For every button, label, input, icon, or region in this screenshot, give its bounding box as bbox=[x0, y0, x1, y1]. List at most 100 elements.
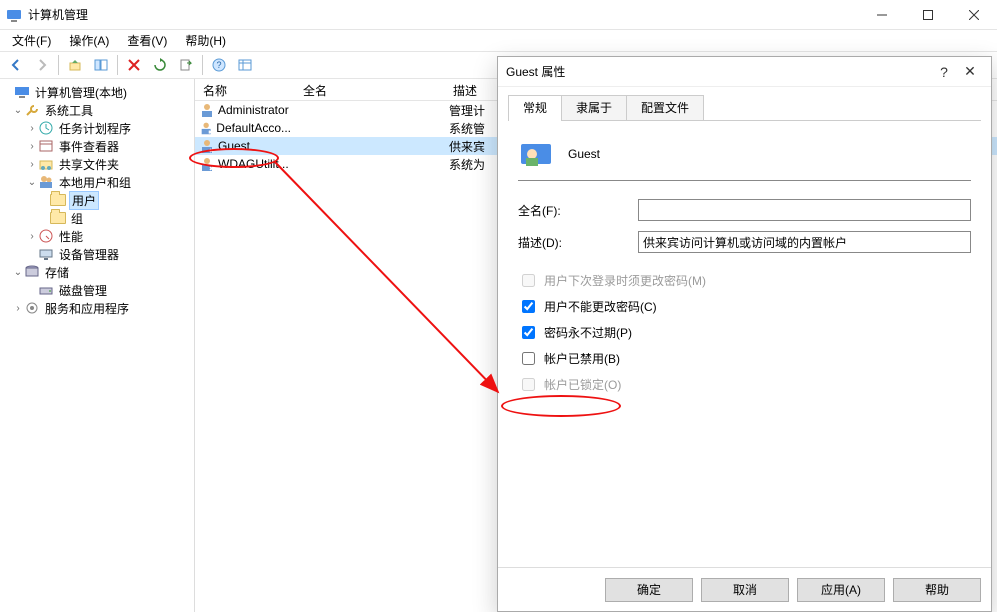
dialog-tabs: 常规 隶属于 配置文件 bbox=[508, 95, 981, 121]
check-cannot-change[interactable]: 用户不能更改密码(C) bbox=[518, 293, 971, 319]
col-fullname[interactable]: 全名 bbox=[295, 79, 445, 100]
svg-text:?: ? bbox=[216, 60, 221, 70]
ok-button[interactable]: 确定 bbox=[605, 578, 693, 602]
row-desc: 供来宾 bbox=[449, 138, 485, 155]
show-hide-tree-button[interactable] bbox=[89, 53, 113, 77]
description-input[interactable] bbox=[638, 231, 971, 253]
shared-folder-icon bbox=[38, 156, 54, 172]
dialog-body: Guest 全名(F): 描述(D): 用户下次登录时须更改密码(M) 用户不能… bbox=[498, 122, 991, 567]
computer-mgmt-icon bbox=[14, 84, 30, 100]
fullname-input[interactable] bbox=[638, 199, 971, 221]
row-name: DefaultAcco... bbox=[216, 121, 291, 135]
users-group-icon bbox=[38, 174, 54, 190]
tree-systools[interactable]: ⌄ 系统工具 bbox=[2, 101, 192, 119]
collapse-icon[interactable]: ⌄ bbox=[12, 267, 24, 278]
row-desc: 管理计 bbox=[449, 102, 485, 119]
menu-action[interactable]: 操作(A) bbox=[61, 30, 117, 51]
minimize-button[interactable] bbox=[859, 0, 905, 30]
user-name-display: Guest bbox=[568, 147, 600, 161]
expand-icon[interactable]: › bbox=[26, 123, 38, 134]
perf-icon bbox=[38, 228, 54, 244]
check-account-locked-box bbox=[522, 378, 535, 391]
view-list-button[interactable] bbox=[233, 53, 257, 77]
tools-icon bbox=[24, 102, 40, 118]
tab-memberof[interactable]: 隶属于 bbox=[561, 95, 627, 121]
maximize-button[interactable] bbox=[905, 0, 951, 30]
titlebar: 计算机管理 bbox=[0, 0, 997, 30]
user-icon bbox=[199, 120, 213, 136]
folder-icon bbox=[50, 210, 66, 226]
user-icon bbox=[199, 102, 215, 118]
tab-general[interactable]: 常规 bbox=[508, 95, 562, 121]
collapse-icon[interactable]: ⌄ bbox=[26, 177, 38, 188]
expand-icon[interactable]: › bbox=[12, 303, 24, 314]
folder-icon bbox=[50, 192, 66, 208]
tree-device-manager[interactable]: 设备管理器 bbox=[2, 245, 192, 263]
dialog-help-button[interactable]: ? bbox=[931, 64, 957, 80]
row-desc: 系统为 bbox=[449, 156, 485, 173]
help-button[interactable]: ? bbox=[207, 53, 231, 77]
row-name: WDAGUtilit... bbox=[218, 157, 289, 171]
check-must-change-box bbox=[522, 274, 535, 287]
dialog-buttons: 确定 取消 应用(A) 帮助 bbox=[498, 567, 991, 611]
expand-icon[interactable]: › bbox=[26, 231, 38, 242]
check-never-expire[interactable]: 密码永不过期(P) bbox=[518, 319, 971, 345]
tree-pane[interactable]: 计算机管理(本地) ⌄ 系统工具 › 任务计划程序 › 事件查看器 › 共享文件… bbox=[0, 79, 195, 612]
collapse-icon[interactable]: ⌄ bbox=[12, 105, 24, 116]
fullname-label: 全名(F): bbox=[518, 202, 638, 219]
check-cannot-change-box[interactable] bbox=[522, 300, 535, 313]
check-account-locked: 帐户已锁定(O) bbox=[518, 371, 971, 397]
up-button[interactable] bbox=[63, 53, 87, 77]
cancel-button[interactable]: 取消 bbox=[701, 578, 789, 602]
tree-performance[interactable]: › 性能 bbox=[2, 227, 192, 245]
user-large-icon bbox=[518, 136, 554, 172]
row-name: Administrator bbox=[218, 103, 289, 117]
tree-users[interactable]: 用户 bbox=[2, 191, 192, 209]
check-account-disabled-box[interactable] bbox=[522, 352, 535, 365]
expand-icon[interactable]: › bbox=[26, 159, 38, 170]
event-icon bbox=[38, 138, 54, 154]
device-icon bbox=[38, 246, 54, 262]
dialog-title: Guest 属性 bbox=[506, 63, 931, 80]
storage-icon bbox=[24, 264, 40, 280]
dialog-close-button[interactable]: ✕ bbox=[957, 63, 983, 80]
help-dialog-button[interactable]: 帮助 bbox=[893, 578, 981, 602]
apply-button[interactable]: 应用(A) bbox=[797, 578, 885, 602]
user-icon bbox=[199, 138, 215, 154]
clock-icon bbox=[38, 120, 54, 136]
menu-help[interactable]: 帮助(H) bbox=[177, 30, 234, 51]
menu-file[interactable]: 文件(F) bbox=[4, 30, 59, 51]
expand-icon[interactable]: › bbox=[26, 141, 38, 152]
tree-services[interactable]: › 服务和应用程序 bbox=[2, 299, 192, 317]
menu-view[interactable]: 查看(V) bbox=[119, 30, 175, 51]
back-button[interactable] bbox=[4, 53, 28, 77]
delete-button[interactable] bbox=[122, 53, 146, 77]
tree-root[interactable]: 计算机管理(本地) bbox=[2, 83, 192, 101]
tree-shared-folders[interactable]: › 共享文件夹 bbox=[2, 155, 192, 173]
services-icon bbox=[24, 300, 40, 316]
check-must-change: 用户下次登录时须更改密码(M) bbox=[518, 267, 971, 293]
properties-dialog: Guest 属性 ? ✕ 常规 隶属于 配置文件 Guest 全名(F): 描述… bbox=[497, 56, 992, 612]
close-button[interactable] bbox=[951, 0, 997, 30]
description-label: 描述(D): bbox=[518, 234, 638, 251]
row-name: Guest bbox=[218, 139, 250, 153]
check-never-expire-box[interactable] bbox=[522, 326, 535, 339]
check-account-disabled[interactable]: 帐户已禁用(B) bbox=[518, 345, 971, 371]
tree-disk-mgmt[interactable]: 磁盘管理 bbox=[2, 281, 192, 299]
tree-local-users[interactable]: ⌄ 本地用户和组 bbox=[2, 173, 192, 191]
user-icon bbox=[199, 156, 215, 172]
row-desc: 系统管 bbox=[449, 120, 485, 137]
refresh-button[interactable] bbox=[148, 53, 172, 77]
tree-groups[interactable]: 组 bbox=[2, 209, 192, 227]
tab-profile[interactable]: 配置文件 bbox=[626, 95, 704, 121]
forward-button[interactable] bbox=[30, 53, 54, 77]
disk-icon bbox=[38, 282, 54, 298]
menu-bar: 文件(F) 操作(A) 查看(V) 帮助(H) bbox=[0, 30, 997, 51]
window-title: 计算机管理 bbox=[28, 6, 859, 23]
tree-storage[interactable]: ⌄ 存储 bbox=[2, 263, 192, 281]
tree-event-viewer[interactable]: › 事件查看器 bbox=[2, 137, 192, 155]
col-name[interactable]: 名称 bbox=[195, 79, 295, 100]
app-icon bbox=[6, 7, 22, 23]
tree-task-scheduler[interactable]: › 任务计划程序 bbox=[2, 119, 192, 137]
export-button[interactable] bbox=[174, 53, 198, 77]
